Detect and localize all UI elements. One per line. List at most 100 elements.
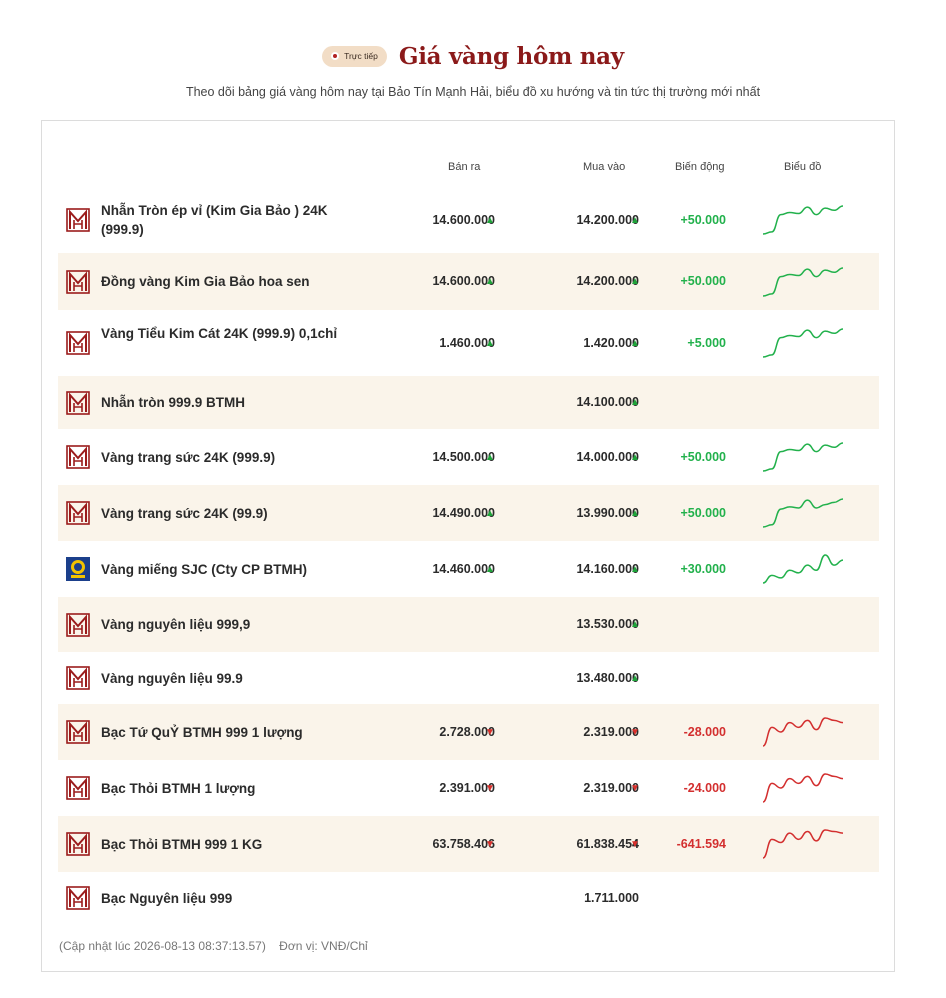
arrow-up-icon: ▲ xyxy=(630,563,640,575)
price-change: +50.000 xyxy=(680,212,726,227)
arrow-up-icon: ▲ xyxy=(485,451,495,463)
arrow-down-icon: ▼ xyxy=(630,726,640,738)
col-header-buy: Mua vào xyxy=(583,161,626,173)
price-change: +30.000 xyxy=(680,561,726,576)
btmh-logo-icon xyxy=(66,390,90,415)
sparkline-chart[interactable] xyxy=(762,496,844,530)
sparkline-path xyxy=(762,717,844,747)
arrow-up-icon: ▲ xyxy=(485,563,495,575)
price-change: +5.000 xyxy=(687,335,726,350)
table-row[interactable]: Nhẫn tròn 999.9 BTMH 14.100.000 ▲ xyxy=(58,376,879,429)
live-badge-label: Trực tiếp xyxy=(344,51,378,61)
btmh-logo-icon xyxy=(66,666,90,690)
table-row[interactable]: Bạc Tứ QuỶ BTMH 999 1 lượng 2.728.000 ▼ 2.3… xyxy=(58,704,879,760)
arrow-up-icon: ▲ xyxy=(630,214,640,226)
product-name: Nhẫn Tròn ép vỉ (Kim Gia Bảo ) 24K (999.… xyxy=(101,203,328,237)
sparkline-path xyxy=(762,205,844,235)
arrow-up-icon: ▲ xyxy=(630,451,640,463)
sparkline-chart[interactable] xyxy=(762,265,844,299)
price-change: -24.000 xyxy=(683,780,726,795)
btmh-logo-icon xyxy=(66,208,90,232)
product-name: Bạc Nguyên liệu 999 xyxy=(101,890,233,906)
table-row[interactable]: Đồng vàng Kim Gia Bảo hoa sen 14.600.000 ▲… xyxy=(58,253,879,310)
product-name: Vàng trang sức 24K (999.9) xyxy=(101,449,276,465)
arrow-up-icon: ▲ xyxy=(630,397,640,408)
sparkline-path xyxy=(762,829,844,859)
product-name: Vàng trang sức 24K (99.9) xyxy=(101,505,268,521)
product-name: Đồng vàng Kim Gia Bảo hoa sen xyxy=(101,274,310,289)
arrow-up-icon: ▲ xyxy=(485,507,495,519)
sparkline-path xyxy=(762,442,844,472)
product-name: Vàng nguyên liệu 99.9 xyxy=(101,670,243,686)
btmh-logo-icon xyxy=(66,612,90,637)
table-row[interactable]: Vàng trang sức 24K (999.9) 14.500.000 ▲ 14.… xyxy=(58,429,879,485)
sparkline-chart[interactable] xyxy=(762,771,844,805)
table-row[interactable]: Vàng miếng SJC (Cty CP BTMH) 14.460.000 ▲ 1… xyxy=(58,541,879,597)
btmh-logo-icon xyxy=(66,886,90,910)
price-change: +50.000 xyxy=(680,274,726,288)
table-row[interactable]: Nhẫn Tròn ép vỉ (Kim Gia Bảo ) 24K (999.… xyxy=(58,187,879,253)
product-name: Bạc Thỏi BTMH 999 1 KG xyxy=(101,836,263,852)
product-name: Nhẫn tròn 999.9 BTMH xyxy=(101,395,246,410)
col-header-chart: Biểu đồ xyxy=(784,161,822,173)
table-header: Bán ra Mua vào Biến động Biểu đồ xyxy=(58,161,879,177)
updated-time: (Cập nhật lúc 2026-08-13 08:37:13.57) xyxy=(59,939,266,953)
sparkline-path xyxy=(762,328,844,358)
table-footer: (Cập nhật lúc 2026-08-13 08:37:13.57) Đơ… xyxy=(59,939,378,953)
arrow-down-icon: ▼ xyxy=(485,782,495,794)
buy-price: 1.711.000 xyxy=(584,890,639,905)
sparkline-chart[interactable] xyxy=(762,440,844,474)
sparkline-path xyxy=(762,554,844,584)
btmh-logo-icon xyxy=(66,832,90,856)
arrow-up-icon: ▲ xyxy=(485,276,495,287)
arrow-up-icon: ▲ xyxy=(630,619,640,630)
product-name: Vàng Tiểu Kim Cát 24K (999.9) 0,1chỉ xyxy=(101,326,338,341)
btmh-logo-icon xyxy=(66,445,90,469)
sparkline-chart[interactable] xyxy=(762,203,844,237)
btmh-logo-icon xyxy=(66,776,90,800)
arrow-down-icon: ▼ xyxy=(630,782,640,794)
sparkline-chart[interactable] xyxy=(762,827,844,861)
sparkline-chart[interactable] xyxy=(762,715,844,749)
product-name: Bạc Tứ QuỶ BTMH 999 1 lượng xyxy=(101,724,303,740)
arrow-up-icon: ▲ xyxy=(630,507,640,519)
price-change: -641.594 xyxy=(676,836,726,851)
arrow-up-icon: ▲ xyxy=(485,337,495,349)
sparkline-chart[interactable] xyxy=(762,552,844,586)
sparkline-chart[interactable] xyxy=(762,326,844,360)
price-change: +50.000 xyxy=(680,505,726,520)
price-change: +50.000 xyxy=(680,449,726,464)
sparkline-path xyxy=(762,498,844,528)
title-row: Trực tiếp Giá vàng hôm nay xyxy=(0,40,946,72)
price-change: -28.000 xyxy=(683,724,726,739)
arrow-down-icon: ▼ xyxy=(485,726,495,738)
live-dot-icon xyxy=(331,52,340,60)
table-row[interactable]: Vàng trang sức 24K (99.9) 14.490.000 ▲ 13.9… xyxy=(58,485,879,541)
btmh-logo-icon xyxy=(66,501,90,525)
table-row[interactable]: Vàng Tiểu Kim Cát 24K (999.9) 0,1chỉ 1.46… xyxy=(58,310,879,376)
arrow-up-icon: ▲ xyxy=(485,214,495,226)
live-badge: Trực tiếp xyxy=(322,45,387,67)
sparkline-path xyxy=(762,266,844,297)
arrow-up-icon: ▲ xyxy=(630,337,640,349)
table-row[interactable]: Bạc Thỏi BTMH 1 lượng 2.391.000 ▼ 2.319.000… xyxy=(58,760,879,816)
col-header-sell: Bán ra xyxy=(448,161,481,173)
sjc-logo-icon xyxy=(66,557,90,581)
sparkline-path xyxy=(762,773,844,803)
col-header-change: Biến động xyxy=(675,161,725,173)
table-row[interactable]: Vàng nguyên liệu 999,9 13.530.000 ▲ xyxy=(58,597,879,652)
product-name: Vàng miếng SJC (Cty CP BTMH) xyxy=(101,561,308,577)
arrow-down-icon: ▼ xyxy=(485,838,495,850)
page-title: Giá vàng hôm nay xyxy=(398,42,624,70)
btmh-logo-icon xyxy=(66,720,90,744)
arrow-up-icon: ▲ xyxy=(630,672,640,684)
table-row[interactable]: Bạc Thỏi BTMH 999 1 KG 63.758.406 ▼ 61.838.… xyxy=(58,816,879,872)
table-row[interactable]: Bạc Nguyên liệu 999 1.711.000 xyxy=(58,872,879,924)
btmh-logo-icon xyxy=(66,331,90,355)
table-row[interactable]: Vàng nguyên liệu 99.9 13.480.000 ▲ xyxy=(58,652,879,704)
product-name: Vàng nguyên liệu 999,9 xyxy=(101,617,251,632)
price-table-card: Bán ra Mua vào Biến động Biểu đồ Nhẫn Tr… xyxy=(41,120,895,972)
product-name: Bạc Thỏi BTMH 1 lượng xyxy=(101,780,256,796)
btmh-logo-icon xyxy=(66,269,90,294)
table-body: Nhẫn Tròn ép vỉ (Kim Gia Bảo ) 24K (999.… xyxy=(58,187,879,924)
